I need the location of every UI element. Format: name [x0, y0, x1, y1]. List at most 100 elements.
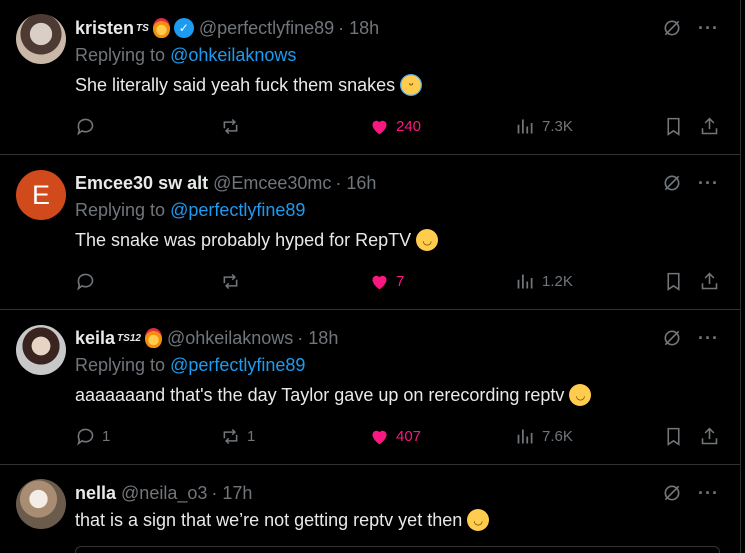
- bookmark-icon: [667, 272, 680, 291]
- like-button[interactable]: 240: [369, 112, 421, 140]
- replying-label: Replying to: [75, 45, 166, 65]
- fire-emoji-icon: [144, 328, 162, 348]
- share-button[interactable]: [699, 422, 720, 450]
- like-button[interactable]: 407: [369, 422, 421, 450]
- replying-to-link[interactable]: @perfectlyfine89: [170, 355, 305, 375]
- tweet[interactable]: keila TS12 @ohkeilaknows · 18h ··· Reply…: [0, 310, 741, 465]
- heart-icon: [372, 120, 387, 134]
- name-superscript: TS12: [117, 332, 141, 344]
- tweet[interactable]: nella @neila_o3 · 17h ··· that is a sign…: [0, 465, 741, 553]
- timestamp[interactable]: · 18h: [338, 18, 379, 39]
- grinning-emoji-icon: ◡: [416, 229, 439, 251]
- reply-thread: kristen TS ✓ @perfectlyfine89 · 18h ··· …: [0, 0, 741, 553]
- avatar[interactable]: [16, 14, 66, 64]
- grok-icon[interactable]: [662, 18, 682, 38]
- replying-label: Replying to: [75, 355, 166, 375]
- grok-icon[interactable]: [662, 483, 682, 503]
- name-superscript: TS: [136, 22, 149, 34]
- repost-button[interactable]: [220, 267, 247, 295]
- tweet[interactable]: E Emcee30 sw alt @Emcee30mc · 16h ··· Re…: [0, 155, 741, 310]
- tweet-text: aaaaaaand that's the day Taylor gave up …: [75, 384, 592, 406]
- tweet[interactable]: kristen TS ✓ @perfectlyfine89 · 18h ··· …: [0, 0, 741, 155]
- timestamp[interactable]: · 17h: [211, 483, 252, 504]
- more-icon[interactable]: ···: [698, 328, 719, 349]
- tweet-text-content: The snake was probably hyped for RepTV: [75, 229, 412, 250]
- replying-to-link[interactable]: @perfectlyfine89: [170, 200, 305, 220]
- bookmark-icon: [667, 427, 680, 446]
- timestamp[interactable]: · 16h: [335, 173, 376, 194]
- timestamp[interactable]: · 18h: [297, 328, 338, 349]
- repost-icon: [223, 428, 238, 444]
- tweet-top-icons: ···: [662, 326, 719, 350]
- heart-icon: [372, 275, 387, 289]
- tweet-header: Emcee30 sw alt @Emcee30mc · 16h: [75, 171, 376, 195]
- replying-to-link[interactable]: @ohkeilaknows: [170, 45, 296, 65]
- handle[interactable]: @Emcee30mc: [213, 173, 331, 194]
- display-name[interactable]: nella: [75, 483, 116, 504]
- avatar[interactable]: [16, 325, 66, 375]
- tweet-actions: 7 1.2K: [75, 267, 725, 295]
- tweet-header: kristen TS ✓ @perfectlyfine89 · 18h: [75, 16, 379, 40]
- tweet-text: She literally said yeah fuck them snakes…: [75, 74, 423, 96]
- replying-label: Replying to: [75, 200, 166, 220]
- reply-icon: [77, 118, 94, 135]
- tweet-top-icons: ···: [662, 171, 719, 195]
- embedded-card-edge: [75, 546, 720, 553]
- display-name[interactable]: keila: [75, 328, 115, 349]
- share-icon: [701, 427, 718, 444]
- bookmark-icon: [667, 117, 680, 136]
- like-count: 407: [396, 427, 422, 445]
- like-button[interactable]: 7: [369, 267, 404, 295]
- repost-button[interactable]: 1: [220, 422, 255, 450]
- bookmark-button[interactable]: [663, 422, 684, 450]
- share-button[interactable]: [699, 267, 720, 295]
- views-icon: [517, 119, 533, 133]
- reply-icon: [77, 273, 94, 290]
- handle[interactable]: @perfectlyfine89: [199, 18, 334, 39]
- display-name[interactable]: kristen: [75, 18, 134, 39]
- tweet-top-icons: ···: [662, 16, 719, 40]
- reply-button[interactable]: [75, 112, 102, 140]
- tweet-actions: 1 1 407 7.6K: [75, 422, 725, 450]
- laughing-tears-emoji-icon: ◡: [569, 384, 592, 406]
- replying-to: Replying to @ohkeilaknows: [75, 45, 296, 66]
- tweet-actions: 240 7.3K: [75, 112, 725, 140]
- view-count: 1.2K: [542, 272, 573, 290]
- bookmark-button[interactable]: [663, 267, 684, 295]
- share-button[interactable]: [699, 112, 720, 140]
- tweet-text-content: aaaaaaand that's the day Taylor gave up …: [75, 384, 565, 405]
- view-count: 7.6K: [542, 427, 573, 445]
- avatar[interactable]: [16, 479, 66, 529]
- tweet-top-icons: ···: [662, 481, 719, 505]
- grok-icon[interactable]: [662, 328, 682, 348]
- display-name[interactable]: Emcee30 sw alt: [75, 173, 208, 194]
- replying-to: Replying to @perfectlyfine89: [75, 355, 305, 376]
- views-button[interactable]: 7.3K: [515, 112, 573, 140]
- handle[interactable]: @ohkeilaknows: [167, 328, 293, 349]
- laughing-tears-emoji-icon: ◡: [467, 509, 490, 531]
- repost-icon: [223, 118, 238, 134]
- reply-count: 1: [102, 427, 111, 445]
- tweet-header: keila TS12 @ohkeilaknows · 18h: [75, 326, 338, 350]
- reply-button[interactable]: 1: [75, 422, 110, 450]
- view-count: 7.3K: [542, 117, 573, 135]
- repost-icon: [223, 273, 238, 289]
- reply-icon: [77, 428, 94, 445]
- avatar[interactable]: E: [16, 170, 66, 220]
- verified-badge-icon: ✓: [173, 18, 194, 38]
- more-icon[interactable]: ···: [698, 18, 719, 39]
- tweet-text: that is a sign that we’re not getting re…: [75, 509, 490, 531]
- tweet-text-content: that is a sign that we’re not getting re…: [75, 509, 463, 530]
- views-icon: [517, 429, 533, 443]
- views-button[interactable]: 1.2K: [515, 267, 573, 295]
- fire-emoji-icon: [152, 18, 170, 38]
- handle[interactable]: @neila_o3: [121, 483, 207, 504]
- more-icon[interactable]: ···: [698, 173, 719, 194]
- bookmark-button[interactable]: [663, 112, 684, 140]
- reply-button[interactable]: [75, 267, 102, 295]
- repost-button[interactable]: [220, 112, 247, 140]
- grok-icon[interactable]: [662, 173, 682, 193]
- share-icon: [701, 117, 718, 134]
- more-icon[interactable]: ···: [698, 483, 719, 504]
- views-button[interactable]: 7.6K: [515, 422, 573, 450]
